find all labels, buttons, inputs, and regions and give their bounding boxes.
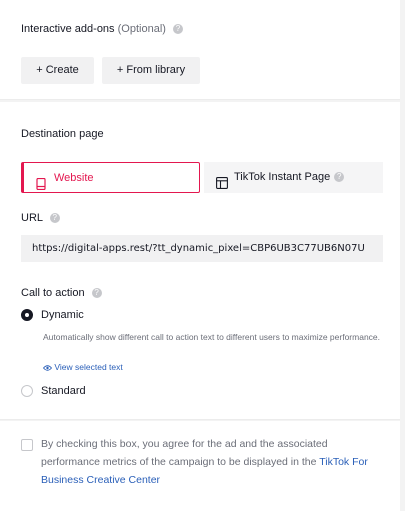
addons-card — [0, 0, 400, 100]
create-button[interactable]: + Create — [21, 57, 94, 84]
addons-optional-label: (Optional) — [117, 23, 166, 35]
cta-label-text: Call to action — [21, 287, 85, 299]
destination-option-instant-page[interactable]: TikTok Instant Page? — [204, 162, 383, 193]
consent-text-body: By checking this box, you agree for the … — [41, 438, 328, 468]
cta-label: Call to action ? — [21, 287, 102, 299]
cta-dynamic-label[interactable]: Dynamic — [41, 309, 84, 321]
eye-icon — [42, 365, 53, 371]
addons-title: Interactive add-ons (Optional) ? — [21, 23, 183, 35]
instant-page-icon — [216, 171, 228, 202]
help-icon[interactable]: ? — [91, 288, 102, 299]
url-label-text: URL — [21, 212, 43, 224]
addons-title-label: Interactive add-ons — [21, 23, 115, 35]
help-icon[interactable]: ? — [172, 24, 183, 35]
destination-option-label: Website — [54, 172, 94, 184]
url-label: URL ? — [21, 212, 60, 224]
consent-checkbox[interactable] — [21, 439, 33, 451]
url-input[interactable] — [21, 235, 383, 262]
instant-page-label: TikTok Instant Page — [234, 171, 331, 183]
cta-dynamic-description: Automatically show different call to act… — [43, 332, 381, 342]
view-selected-text-link[interactable]: View selected text — [42, 362, 123, 372]
help-icon[interactable]: ? — [334, 172, 345, 183]
cta-dynamic-radio[interactable] — [21, 309, 33, 321]
destination-title: Destination page — [21, 128, 104, 140]
from-library-button[interactable]: + From library — [102, 57, 200, 84]
destination-option-website[interactable]: Website — [21, 162, 200, 193]
cta-standard-label[interactable]: Standard — [41, 385, 86, 397]
consent-text: By checking this box, you agree for the … — [41, 435, 383, 489]
mobile-page-icon — [36, 172, 46, 203]
destination-option-label: TikTok Instant Page? — [234, 162, 345, 193]
view-selected-text-label: View selected text — [54, 362, 123, 372]
help-icon[interactable]: ? — [49, 213, 60, 224]
cta-standard-radio[interactable] — [21, 385, 33, 397]
